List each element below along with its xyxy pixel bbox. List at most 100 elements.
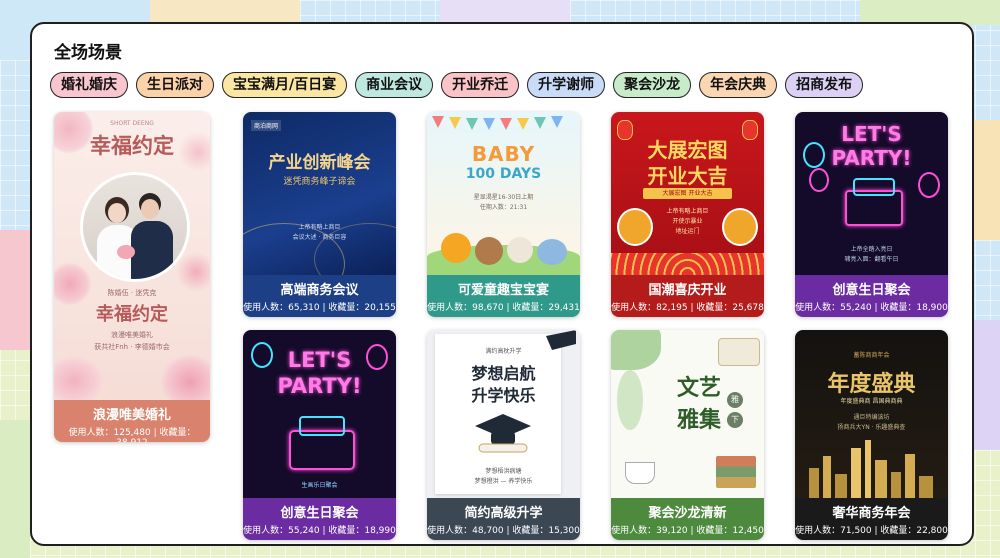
poster-text: 年度盛典商 昌国典商典	[840, 398, 903, 405]
template-name: 聚会沙龙清新	[648, 506, 727, 521]
poster-text: 梦想橙洪 — 养学快乐	[474, 478, 533, 485]
bg-tile	[970, 120, 1000, 240]
poster-text: 浪漫唯美婚礼	[111, 331, 153, 339]
tag-graduation[interactable]: 升学谢师	[527, 72, 606, 98]
seal-badge: 雅	[727, 392, 743, 408]
balloon-icon	[918, 172, 940, 198]
cake-tier	[853, 178, 895, 196]
tag-business[interactable]: 商业会议	[355, 72, 434, 98]
poster-title: 梦想启航	[471, 364, 536, 383]
poster-text: 扬商兵大YN · 乐趣盛典查	[837, 424, 906, 431]
template-card-graduation[interactable]: 满约高枕升学 梦想启航 升学快乐 梦想梧洪病塘 梦想橙洪 — 养学快乐 简约高级…	[427, 330, 580, 540]
tag-birthday[interactable]: 生日派对	[136, 72, 214, 98]
bg-tile	[0, 420, 30, 558]
template-thumbnail: 蓄陈商商年会 年度盛典 年度盛典商 昌国典商典 通巨特编该坊 扬商兵大YN · …	[795, 330, 948, 498]
template-stats: 使用人数：82,195 | 收藏量：25,678	[611, 303, 764, 313]
books-stack-icon	[716, 456, 756, 488]
category-tags: 婚礼婚庆 生日派对 宝宝满月/百日宴 商业会议 开业乔迁 升学谢师 聚会沙龙 年…	[50, 72, 864, 98]
template-stats: 使用人数：55,240 | 收藏量：18,990	[243, 526, 396, 536]
bg-tile	[0, 230, 30, 350]
template-thumbnail: LET'S PARTY! 上帝全踏入亮日 啸亮入面：翻看午日	[795, 112, 948, 275]
poster-title: 开业大吉	[647, 164, 728, 188]
poster-text: 星显渴星16-30日上期	[473, 194, 534, 201]
template-card-opening[interactable]: 大展宏图 开业大吉 大展宏图 开业大吉 上帝有略上商巨 开使示暴业 地址运门 国…	[611, 112, 764, 317]
template-thumbnail: BABY 100 DAYS 星显渴星16-30日上期 任期入数：21:31	[427, 112, 580, 275]
teacup-icon	[625, 462, 655, 484]
poster-text: 梦想梧洪病塘	[485, 468, 522, 475]
template-card-wedding[interactable]: SHORT DEENG 幸福约定 陈婚伍 · 迷凭克 幸福约定 浪漫唯美婚礼 获…	[54, 112, 210, 442]
poster-title: 文艺	[677, 375, 722, 401]
book-icon	[718, 338, 760, 366]
balloon-icon	[366, 344, 388, 370]
brand-logo: 商泊商网	[251, 120, 282, 131]
poster-subtitle: SHORT DEENG	[110, 120, 154, 127]
template-card-party-2[interactable]: LET'S PARTY! 生画乐日聚会 创意生日聚会 使用人数：55,240 |…	[243, 330, 396, 540]
lion-dance-icon	[722, 208, 758, 246]
tag-annual[interactable]: 年会庆典	[699, 72, 778, 98]
poster-title: 幸福约定	[96, 304, 168, 325]
balloon-icon	[803, 142, 825, 168]
lion-icon	[441, 233, 471, 263]
card-caption: 创意生日聚会 使用人数：55,240 | 收藏量：18,900	[795, 275, 948, 317]
template-name: 高端商务会议	[280, 283, 359, 298]
template-stats: 使用人数：48,700 | 收藏量：15,300	[427, 526, 580, 536]
template-stats: 使用人数：98,670 | 收藏量：29,431	[427, 303, 580, 313]
poster-text: 获共社Fnh · 李德婚市会	[94, 343, 170, 351]
poster-text: 任期入数：21:31	[479, 204, 528, 211]
template-thumbnail: LET'S PARTY! 生画乐日聚会	[243, 330, 396, 498]
poster-title: BABY	[471, 142, 536, 166]
cake-tier	[299, 416, 345, 436]
poster-text: 上帝全踏入亮日	[850, 246, 893, 253]
template-card-party-1[interactable]: LET'S PARTY! 上帝全踏入亮日 啸亮入面：翻看午日 创意生日聚会 使用…	[795, 112, 948, 317]
poster-subtitle: 蓄陈商商年会	[853, 352, 890, 359]
template-stats: 使用人数：39,120 | 收藏量：12,450	[611, 526, 764, 536]
template-name: 创意生日聚会	[832, 283, 911, 298]
flower-decoration	[54, 356, 104, 400]
elephant-icon	[537, 239, 567, 265]
template-thumbnail: 文艺 雅集 雅 下	[611, 330, 764, 498]
tag-launch[interactable]: 招商发布	[785, 72, 864, 98]
poster-text: 通巨特编该坊	[853, 414, 890, 421]
template-card-annual[interactable]: 蓄陈商商年会 年度盛典 年度盛典商 昌国典商典 通巨特编该坊 扬商兵大YN · …	[795, 330, 948, 540]
bg-tile	[970, 320, 1000, 450]
bear-icon	[475, 237, 503, 265]
template-card-baby[interactable]: BABY 100 DAYS 星显渴星16-30日上期 任期入数：21:31 可爱…	[427, 112, 580, 317]
template-stats: 使用人数：71,500 | 收藏量：22,800	[795, 526, 948, 536]
template-name: 简约高级升学	[464, 506, 543, 521]
wave-decoration	[611, 253, 764, 275]
template-name: 国潮喜庆开业	[648, 283, 727, 298]
template-stats: 使用人数：55,240 | 收藏量：18,900	[795, 303, 948, 313]
lion-dance-icon	[617, 208, 653, 246]
template-card-salon[interactable]: 文艺 雅集 雅 下 聚会沙龙清新 使用人数：39,120 | 收藏量：12,45…	[611, 330, 764, 540]
poster-title: 年度盛典	[827, 372, 916, 397]
template-name: 奢华商务年会	[832, 506, 911, 521]
template-stats: 使用人数：65,310 | 收藏量：20,155	[243, 303, 396, 313]
tag-salon[interactable]: 聚会沙龙	[613, 72, 692, 98]
tag-opening[interactable]: 开业乔迁	[441, 72, 520, 98]
card-caption: 简约高级升学 使用人数：48,700 | 收藏量：15,300	[427, 498, 580, 540]
template-card-business[interactable]: 商泊商网 产业创新峰会 迷凭商务峰子谛会 上帝有略上商巨 会议大述 · 商务巨容…	[243, 112, 396, 317]
flower-decoration	[176, 252, 210, 292]
poster-title: 幸福约定	[90, 133, 174, 158]
leaf-decoration	[617, 370, 643, 430]
poster-title: 大展宏图	[647, 138, 728, 162]
template-thumbnail: 满约高枕升学 梦想启航 升学快乐 梦想梧洪病塘 梦想橙洪 — 养学快乐	[427, 330, 580, 498]
card-caption: 聚会沙龙清新 使用人数：39,120 | 收藏量：12,450	[611, 498, 764, 540]
tag-baby[interactable]: 宝宝满月/百日宴	[222, 72, 348, 98]
poster-text: 上帝有略上商巨	[298, 224, 341, 231]
template-name: 创意生日聚会	[280, 506, 359, 521]
poster-title: 产业创新峰会	[268, 153, 371, 173]
card-caption: 可爱童趣宝宝宴 使用人数：98,670 | 收藏量：29,431	[427, 275, 580, 317]
poster-title: 雅集	[677, 407, 722, 433]
leaf-decoration	[611, 330, 661, 370]
card-caption: 创意生日聚会 使用人数：55,240 | 收藏量：18,990	[243, 498, 396, 540]
poster-text: 陈婚伍 · 迷凭克	[107, 289, 157, 297]
template-thumbnail: SHORT DEENG 幸福约定 陈婚伍 · 迷凭克 幸福约定 浪漫唯美婚礼 获…	[54, 112, 210, 400]
poster-title: 100 DAYS	[465, 166, 542, 182]
couple-photo	[80, 172, 190, 282]
tag-wedding[interactable]: 婚礼婚庆	[50, 72, 128, 98]
card-caption: 国潮喜庆开业 使用人数：82,195 | 收藏量：25,678	[611, 275, 764, 317]
city-skyline-icon	[809, 440, 933, 498]
poster-title: PARTY!	[277, 374, 362, 398]
template-thumbnail: 商泊商网 产业创新峰会 迷凭商务峰子谛会 上帝有略上商巨 会议大述 · 商务巨容	[243, 112, 396, 275]
